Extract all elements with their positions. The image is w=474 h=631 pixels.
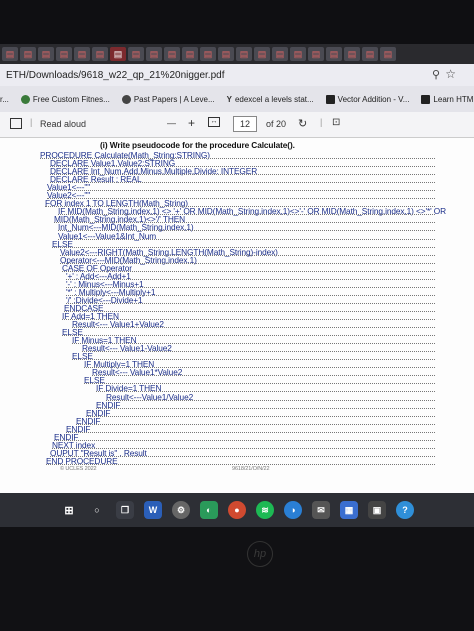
sidebar-toggle-icon[interactable] bbox=[10, 118, 22, 129]
answer-dotted-line bbox=[86, 415, 435, 417]
bookmark-item[interactable]: Vector Addition - V... bbox=[325, 94, 410, 104]
taskbar: ⊞ ○ ❐ W ⚙ ◐ ● ≋ ◑ ✉ ▦ ▣ ? bbox=[0, 493, 474, 527]
browser-tab[interactable]: ▤ bbox=[2, 47, 18, 61]
zoom-icon[interactable]: ⚲ bbox=[432, 68, 440, 81]
bookmark-favicon-icon bbox=[325, 94, 335, 104]
browser-tab[interactable]: ▤ bbox=[272, 47, 288, 61]
answer-dotted-line bbox=[76, 423, 435, 425]
page-number-input[interactable]: 12 bbox=[233, 116, 257, 132]
answer-dotted-line bbox=[66, 431, 435, 433]
page-count: of 20 bbox=[266, 119, 287, 129]
edge-icon[interactable]: ◐ bbox=[200, 501, 218, 519]
store-icon[interactable]: ▦ bbox=[340, 501, 358, 519]
zoom-in-button[interactable]: + bbox=[188, 116, 195, 130]
bookmark-favicon-icon bbox=[121, 94, 131, 104]
tab-strip[interactable]: ▤ ▤ ▤ ▤ ▤ ▤ ▤ ▤ ▤ ▤ ▤ ▤ ▤ ▤ ▤ ▤ ▤ ▤ ▤ ▤ … bbox=[0, 44, 474, 64]
answer-dotted-line bbox=[50, 182, 435, 184]
answer-dotted-line bbox=[66, 302, 435, 304]
toolbar-divider: | bbox=[30, 117, 33, 127]
star-icon[interactable]: ☆ bbox=[445, 67, 456, 81]
browser-tab[interactable]: ▤ bbox=[326, 47, 342, 61]
zoom-out-button[interactable]: — bbox=[167, 118, 176, 128]
browser-tab[interactable]: ▤ bbox=[236, 47, 252, 61]
pdf-toolbar: | Read aloud — + ↔ 12 of 20 ↻ | ⊡ bbox=[0, 112, 474, 138]
fit-page-icon[interactable]: ↔ bbox=[208, 117, 220, 127]
bookmark-item[interactable]: Past Papers | A Leve... bbox=[121, 94, 215, 104]
footer-copyright: © UCLES 2022 bbox=[60, 466, 97, 472]
answer-dotted-line bbox=[47, 190, 435, 192]
browser-tab[interactable]: ▤ bbox=[56, 47, 72, 61]
answer-dotted-line bbox=[72, 327, 435, 329]
bookmark-favicon-icon bbox=[20, 94, 30, 104]
browser-tab[interactable]: ▤ bbox=[344, 47, 360, 61]
browser-tab[interactable]: ▤ bbox=[164, 47, 180, 61]
task-view-icon[interactable]: ❐ bbox=[116, 501, 134, 519]
bookmark-label: edexcel a levels stat... bbox=[234, 94, 314, 104]
read-aloud-button[interactable]: Read aloud bbox=[40, 119, 86, 129]
photos-icon[interactable]: ▣ bbox=[368, 501, 386, 519]
bookmark-favicon-icon bbox=[421, 94, 431, 104]
settings-icon[interactable]: ⚙ bbox=[172, 501, 190, 519]
toolbar-divider: | bbox=[320, 117, 323, 127]
browser-tab[interactable]: ▤ bbox=[182, 47, 198, 61]
browser-tab[interactable]: ▤ bbox=[20, 47, 36, 61]
bookmark-label: Free Custom Fitnes... bbox=[32, 94, 110, 104]
answer-dotted-line bbox=[96, 407, 435, 409]
rotate-icon[interactable]: ↻ bbox=[298, 117, 307, 130]
browser-tab[interactable]: ▤ bbox=[38, 47, 54, 61]
search-icon[interactable]: ○ bbox=[88, 501, 106, 519]
answer-dotted-line bbox=[106, 399, 435, 401]
edge-blue-icon[interactable]: ◑ bbox=[284, 501, 302, 519]
footer-paper-code: 9618/21/O/N/22 bbox=[232, 466, 270, 472]
url-text[interactable]: ETH/Downloads/9618_w22_qp_21%20nigger.pd… bbox=[6, 70, 225, 81]
question-text: (i) Write pseudocode for the procedure C… bbox=[100, 140, 295, 150]
browser-tab[interactable]: ▤ bbox=[128, 47, 144, 61]
bookmarks-bar: r... Free Custom Fitnes... Past Papers |… bbox=[0, 86, 474, 112]
browser-tab[interactable]: ▤ bbox=[362, 47, 378, 61]
bookmark-item[interactable]: Learn HTML - F bbox=[421, 94, 474, 104]
bookmark-label: Past Papers | A Leve... bbox=[133, 94, 215, 104]
help-icon[interactable]: ? bbox=[396, 501, 414, 519]
pdf-page: (i) Write pseudocode for the procedure C… bbox=[0, 138, 474, 493]
browser-tab[interactable]: ▤ bbox=[74, 47, 90, 61]
bookmark-item[interactable]: Free Custom Fitnes... bbox=[20, 94, 110, 104]
browser-tab[interactable]: ▤ bbox=[290, 47, 306, 61]
bookmark-label: Learn HTML - F bbox=[433, 94, 474, 104]
bookmark-label: r... bbox=[0, 94, 9, 104]
browser-tab-active[interactable]: ▤ bbox=[110, 47, 126, 61]
bookmark-label: Vector Addition - V... bbox=[337, 94, 410, 104]
answer-dotted-line bbox=[92, 375, 435, 377]
browser-tab[interactable]: ▤ bbox=[254, 47, 270, 61]
answer-dotted-line bbox=[54, 439, 435, 441]
laptop-bezel bbox=[0, 527, 474, 631]
screen-top-dark bbox=[0, 0, 474, 44]
bookmark-item[interactable]: r... bbox=[0, 95, 9, 104]
hp-logo-icon: hp bbox=[247, 541, 273, 567]
word-icon[interactable]: W bbox=[144, 501, 162, 519]
answer-dotted-line bbox=[82, 351, 435, 353]
answer-dotted-line bbox=[58, 238, 435, 240]
address-bar[interactable]: ETH/Downloads/9618_w22_qp_21%20nigger.pd… bbox=[0, 64, 474, 86]
answer-dotted-line bbox=[64, 310, 435, 312]
browser-tab[interactable]: ▤ bbox=[92, 47, 108, 61]
spotify-icon[interactable]: ≋ bbox=[256, 501, 274, 519]
browser-tab[interactable]: ▤ bbox=[218, 47, 234, 61]
page-view-icon[interactable]: ⊡ bbox=[332, 117, 340, 128]
browser-tab[interactable]: ▤ bbox=[380, 47, 396, 61]
browser-tab[interactable]: ▤ bbox=[146, 47, 162, 61]
mail-icon[interactable]: ✉ bbox=[312, 501, 330, 519]
browser-tab[interactable]: ▤ bbox=[200, 47, 216, 61]
browser-tab[interactable]: ▤ bbox=[308, 47, 324, 61]
chrome-icon[interactable]: ● bbox=[228, 501, 246, 519]
bookmark-item[interactable]: Yedexcel a levels stat... bbox=[227, 95, 314, 104]
answer-dotted-line bbox=[46, 463, 435, 465]
windows-icon[interactable]: ⊞ bbox=[60, 501, 78, 519]
bookmark-favicon-icon: Y bbox=[226, 94, 232, 104]
